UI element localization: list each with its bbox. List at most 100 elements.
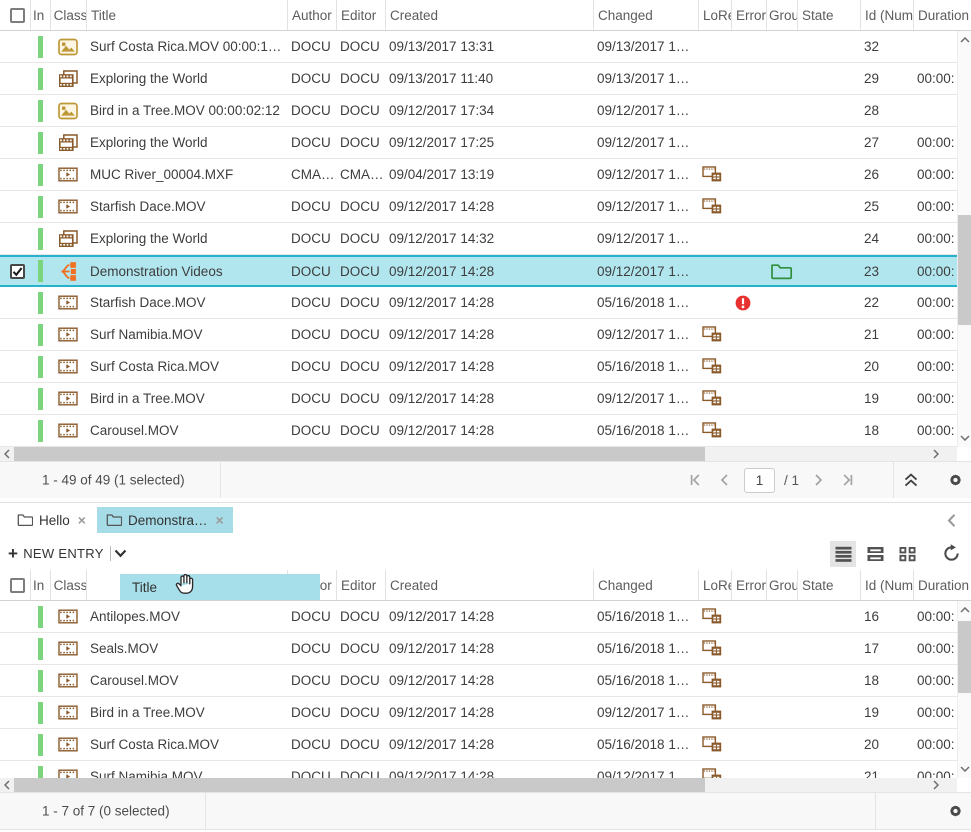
cell-state [797,127,860,158]
column-header-lore[interactable]: LoRe [698,570,731,600]
group-folder-icon [770,262,793,281]
column-header-class[interactable]: Class [50,0,86,30]
top-horizontal-scrollbar[interactable] [0,447,957,461]
column-header-title[interactable]: Title [86,0,287,30]
table-row[interactable]: Starfish Dace.MOVDOCUDOCU09/12/2017 14:2… [0,191,971,223]
table-row[interactable]: Antilopes.MOVDOCUDOCU09/12/2017 14:2805/… [0,601,971,633]
table-row[interactable]: Exploring the WorldDOCUDOCU09/12/2017 17… [0,127,971,159]
page-number-input[interactable] [744,468,775,493]
table-row[interactable]: Seals.MOVDOCUDOCU09/12/2017 14:2805/16/2… [0,633,971,665]
scroll-up-icon[interactable] [958,604,971,616]
table-row[interactable]: Demonstration VideosDOCUDOCU09/12/2017 1… [0,255,971,287]
table-row[interactable]: Bird in a Tree.MOVDOCUDOCU09/12/2017 14:… [0,697,971,729]
cell-changed: 05/16/2018 1… [593,287,698,318]
previous-page-icon[interactable] [715,470,735,490]
refresh-button[interactable] [938,541,964,567]
top-vertical-scrollbar[interactable] [957,31,971,447]
column-header-error[interactable]: Error [731,570,766,600]
grab-cursor-icon [172,571,198,597]
table-row[interactable]: Surf Costa Rica.MOVDOCUDOCU09/12/2017 14… [0,729,971,761]
cell-editor: DOCU [336,287,385,318]
chevron-left-icon[interactable] [946,513,957,528]
table-row[interactable]: Bird in a Tree.MOVDOCUDOCU09/12/2017 14:… [0,383,971,415]
tab-hello[interactable]: Hello × [8,507,95,533]
table-row[interactable]: Exploring the WorldDOCUDOCU09/12/2017 14… [0,223,971,255]
cell-changed: 09/12/2017 1… [593,191,698,222]
clip-icon [58,326,78,343]
next-page-icon[interactable] [808,470,828,490]
row-view-button[interactable] [862,541,888,567]
column-header-editor[interactable]: Editor [336,570,385,600]
cell-group [766,415,797,446]
vertical-scroll-thumb[interactable] [958,621,971,693]
select-all-checkbox[interactable] [10,578,25,593]
cell-id: 17 [860,633,913,664]
cell-select [0,95,30,126]
scroll-up-icon[interactable] [958,34,971,46]
close-icon[interactable]: × [215,513,223,527]
select-all-checkbox[interactable] [10,8,25,23]
column-header-grou[interactable]: Grou [766,570,797,600]
table-row[interactable]: Bird in a Tree.MOV 00:00:02:12DOCUDOCU09… [0,95,971,127]
table-row[interactable]: Carousel.MOVDOCUDOCU09/12/2017 14:2805/1… [0,665,971,697]
list-view-button[interactable] [830,541,856,567]
table-row[interactable]: Surf Namibia.MOVDOCUDOCU09/12/2017 14:28… [0,761,971,778]
column-header-id[interactable]: Id (Numb [860,570,913,600]
chevron-down-icon[interactable] [114,549,127,558]
column-header-created[interactable]: Created [385,0,593,30]
column-header-in[interactable]: In [30,570,50,600]
column-header-lore[interactable]: LoRe [698,0,731,30]
cell-changed: 09/12/2017 1… [593,223,698,254]
grid-view-button[interactable] [894,541,920,567]
new-entry-button[interactable]: + NEW ENTRY [8,545,104,562]
dragged-column-header[interactable]: Title [120,574,320,600]
row-checkbox[interactable] [10,264,25,279]
horizontal-scroll-thumb[interactable] [14,447,705,461]
column-header-dur[interactable]: Duration [913,0,971,30]
bottom-vertical-scrollbar[interactable] [957,601,971,778]
close-icon[interactable]: × [78,513,86,527]
clip-icon [58,736,78,753]
table-row[interactable]: Surf Costa Rica.MOVDOCUDOCU09/12/2017 14… [0,351,971,383]
table-row[interactable]: Surf Costa Rica.MOV 00:00:1…DOCUDOCU09/1… [0,31,971,63]
column-header-in[interactable]: In [30,0,50,30]
column-header-id[interactable]: Id (Numb [860,0,913,30]
scroll-right-icon[interactable] [929,447,943,461]
table-row[interactable]: Carousel.MOVDOCUDOCU09/12/2017 14:2805/1… [0,415,971,447]
scroll-down-icon[interactable] [958,763,971,775]
column-header-changed[interactable]: Changed [593,570,698,600]
column-header-state[interactable]: State [797,570,860,600]
table-row[interactable]: Surf Namibia.MOVDOCUDOCU09/12/2017 14:28… [0,319,971,351]
tab-demonstration-videos[interactable]: Demonstra… × [97,507,233,533]
column-header-label: State [798,8,834,23]
ingest-status-bar [38,132,43,154]
lowres-proxy-icon [702,768,723,778]
cell-ingest [30,601,50,632]
settings-gear-icon[interactable] [947,803,964,820]
scroll-left-icon[interactable] [0,778,14,792]
column-header-label: Class [50,578,86,593]
last-page-icon[interactable] [837,470,857,490]
collapse-panel-icon[interactable] [901,471,921,489]
scroll-left-icon[interactable] [0,447,14,461]
table-row[interactable]: Exploring the WorldDOCUDOCU09/13/2017 11… [0,63,971,95]
column-header-state[interactable]: State [797,0,860,30]
column-header-editor[interactable]: Editor [336,0,385,30]
column-header-author[interactable]: Author [287,0,336,30]
column-header-dur[interactable]: Duration [913,570,971,600]
settings-gear-icon[interactable] [947,472,964,489]
column-header-created[interactable]: Created [385,570,593,600]
first-page-icon[interactable] [686,470,706,490]
column-header-grou[interactable]: Grou [766,0,797,30]
column-header-changed[interactable]: Changed [593,0,698,30]
horizontal-scroll-thumb[interactable] [14,778,705,792]
bottom-horizontal-scrollbar[interactable] [0,778,957,792]
scroll-down-icon[interactable] [958,432,971,444]
table-row[interactable]: Starfish Dace.MOVDOCUDOCU09/12/2017 14:2… [0,287,971,319]
cell-state [797,665,860,696]
column-header-error[interactable]: Error [731,0,766,30]
vertical-scroll-thumb[interactable] [958,215,971,325]
table-row[interactable]: MUC River_00004.MXFCMA…CMA…09/04/2017 13… [0,159,971,191]
column-header-class[interactable]: Class [50,570,86,600]
scroll-right-icon[interactable] [929,778,943,792]
